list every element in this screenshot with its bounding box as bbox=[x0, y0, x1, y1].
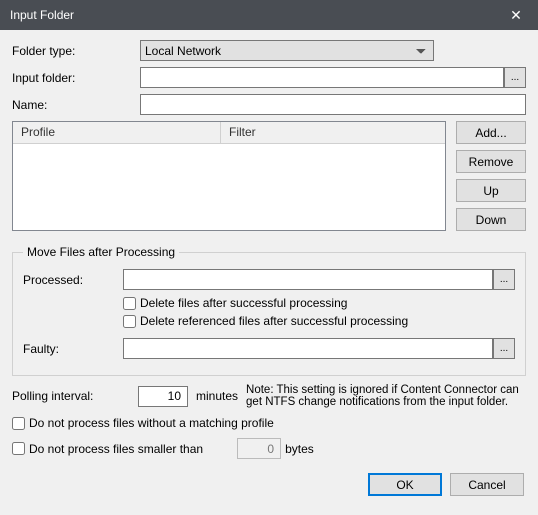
up-button[interactable]: Up bbox=[456, 179, 526, 202]
polling-interval-field[interactable] bbox=[138, 386, 188, 407]
close-button[interactable]: ✕ bbox=[494, 0, 538, 30]
no-matching-label: Do not process files without a matching … bbox=[29, 416, 274, 430]
delete-after-checkbox[interactable] bbox=[123, 297, 136, 310]
ellipsis-icon: ... bbox=[511, 72, 519, 83]
move-files-fieldset: Move Files after Processing Processed: .… bbox=[12, 245, 526, 376]
grid-header: Profile Filter bbox=[13, 122, 445, 144]
processed-label: Processed: bbox=[23, 273, 123, 287]
processed-field[interactable] bbox=[123, 269, 493, 290]
faulty-field[interactable] bbox=[123, 338, 493, 359]
input-folder-field[interactable] bbox=[140, 67, 504, 88]
close-icon: ✕ bbox=[510, 7, 522, 24]
add-button[interactable]: Add... bbox=[456, 121, 526, 144]
processed-browse-button[interactable]: ... bbox=[493, 269, 515, 290]
smaller-than-checkbox[interactable] bbox=[12, 442, 25, 455]
delete-referenced-label: Delete referenced files after successful… bbox=[140, 314, 408, 328]
ok-button[interactable]: OK bbox=[368, 473, 442, 496]
input-folder-label: Input folder: bbox=[12, 71, 140, 85]
cancel-button[interactable]: Cancel bbox=[450, 473, 524, 496]
ellipsis-icon: ... bbox=[500, 343, 508, 354]
bytes-label: bytes bbox=[285, 442, 314, 456]
polling-label: Polling interval: bbox=[12, 389, 130, 403]
delete-referenced-checkbox[interactable] bbox=[123, 315, 136, 328]
no-matching-checkbox[interactable] bbox=[12, 417, 25, 430]
down-button[interactable]: Down bbox=[456, 208, 526, 231]
grid-col-filter[interactable]: Filter bbox=[221, 122, 445, 143]
profiles-grid[interactable]: Profile Filter bbox=[12, 121, 446, 231]
name-field[interactable] bbox=[140, 94, 526, 115]
min-size-field bbox=[237, 438, 281, 459]
minutes-label: minutes bbox=[196, 389, 238, 403]
grid-col-profile[interactable]: Profile bbox=[13, 122, 221, 143]
delete-after-label: Delete files after successful processing bbox=[140, 296, 347, 310]
faulty-browse-button[interactable]: ... bbox=[493, 338, 515, 359]
name-label: Name: bbox=[12, 98, 140, 112]
dialog-content: Folder type: Local Network Input folder:… bbox=[0, 30, 538, 508]
faulty-label: Faulty: bbox=[23, 342, 123, 356]
fieldset-legend: Move Files after Processing bbox=[23, 245, 179, 259]
smaller-than-label: Do not process files smaller than bbox=[29, 442, 203, 456]
input-folder-browse-button[interactable]: ... bbox=[504, 67, 526, 88]
polling-note: Note: This setting is ignored if Content… bbox=[246, 384, 526, 408]
window-title: Input Folder bbox=[10, 8, 74, 22]
titlebar: Input Folder ✕ bbox=[0, 0, 538, 30]
remove-button[interactable]: Remove bbox=[456, 150, 526, 173]
folder-type-label: Folder type: bbox=[12, 44, 140, 58]
ellipsis-icon: ... bbox=[500, 274, 508, 285]
folder-type-select[interactable]: Local Network bbox=[140, 40, 434, 61]
